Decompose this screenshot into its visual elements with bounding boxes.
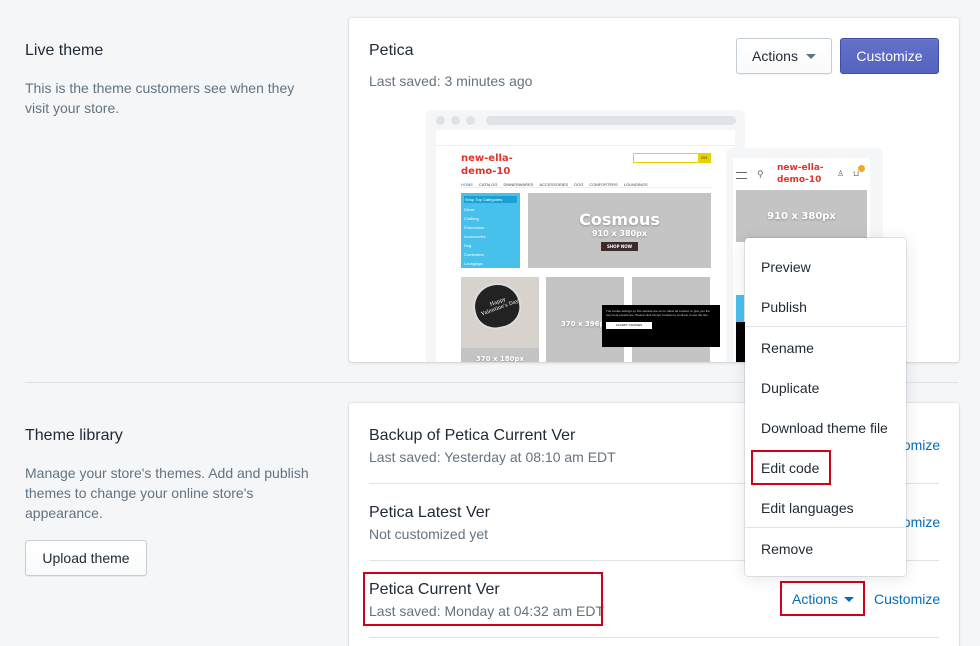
search-icon: ⚲ (757, 169, 764, 179)
preview-hero-title: Cosmous (579, 210, 660, 229)
row-divider (369, 637, 939, 638)
menu-item-duplicate[interactable]: Duplicate (761, 380, 819, 396)
preview-nav-item: DINNERWARES (503, 182, 534, 187)
menu-icon (736, 172, 747, 179)
menu-item-preview[interactable]: Preview (761, 259, 811, 275)
preview-store-logo: new-ella- demo-10 (461, 152, 513, 178)
preview-category-item: Clothing (464, 216, 479, 221)
mobile-logo-line: demo-10 (777, 175, 822, 185)
caret-down-icon (805, 53, 816, 59)
preview-category-item: Comforters (464, 252, 484, 257)
preview-nav-item: DOG (574, 182, 584, 187)
preview-accept-cookies: ACCEPT COOKIES (606, 322, 652, 329)
live-theme-title: Live theme (25, 42, 104, 59)
theme-name: Petica Latest Ver (369, 504, 490, 521)
browser-dot-icon (436, 116, 445, 125)
theme-last-saved: Last saved: Yesterday at 08:10 am EDT (369, 449, 616, 465)
preview-valentine-image: Happy Valentine's Day 370 x 180px (461, 277, 539, 362)
live-theme-name: Petica (369, 42, 414, 59)
live-actions-button[interactable]: Actions (736, 38, 832, 74)
theme-library-title: Theme library (25, 427, 123, 444)
theme-library-description: Manage your store's themes. Add and publ… (25, 465, 309, 521)
upload-theme-button[interactable]: Upload theme (25, 540, 147, 576)
theme-customize-link[interactable]: Customize (874, 591, 940, 607)
preview-nav-item: LOUNGINGS (623, 182, 648, 187)
highlight-actions-button (780, 581, 865, 616)
actions-dropdown-menu: Preview Publish Rename Duplicate Downloa… (745, 238, 906, 576)
preview-nav-item: CATALOG (479, 182, 498, 187)
preview-category-item: Dog (464, 243, 472, 248)
desktop-preview[interactable]: new-ella- demo-10 GO HOME CATALOG DINNER… (426, 110, 745, 362)
preview-category-item: Dinnerware (464, 225, 485, 230)
preview-cookie-popup: The cookie settings on this website are … (602, 305, 720, 347)
highlight-theme-row (363, 572, 603, 626)
preview-logo-line: new-ella- (461, 153, 513, 164)
preview-topbar (436, 130, 735, 146)
menu-item-publish[interactable]: Publish (761, 299, 807, 315)
preview-logo-line: demo-10 (461, 166, 511, 177)
preview-nav-item: COMFORTERS (589, 182, 618, 187)
live-theme-last-saved: Last saved: 3 minutes ago (369, 73, 533, 89)
preview-cookie-text: The cookie settings on this website are … (606, 309, 710, 317)
menu-divider (745, 527, 906, 528)
theme-last-saved: Not customized yet (369, 526, 489, 542)
browser-dot-icon (466, 116, 475, 125)
cart-badge (858, 165, 865, 172)
menu-divider (745, 326, 906, 327)
mobile-store-logo: new-ella- demo-10 (777, 162, 824, 186)
preview-nav-item: HOME (461, 182, 473, 187)
menu-item-edit-languages[interactable]: Edit languages (761, 500, 854, 516)
preview-shop-now-button: SHOP NOW (600, 242, 639, 251)
mobile-hero: 910 x 380px (736, 190, 867, 242)
menu-item-rename[interactable]: Rename (761, 340, 814, 356)
mobile-logo-line: new-ella- (777, 163, 824, 173)
user-icon: ♙ (837, 169, 845, 178)
preview-category-item: Decor (464, 207, 475, 212)
preview-nav-item: ACCESSORIES (539, 182, 569, 187)
preview-nav: HOME CATALOG DINNERWARES ACCESSORIES DOG… (461, 182, 711, 188)
live-customize-button[interactable]: Customize (840, 38, 939, 74)
theme-name: Backup of Petica Current Ver (369, 427, 576, 444)
preview-card-size: 370 x 180px (461, 348, 539, 362)
preview-hero-banner: Cosmous 910 x 380px SHOP NOW (528, 193, 711, 268)
preview-search-box: GO (633, 153, 711, 163)
preview-category-panel: Shop Top Categories Decor Clothing Dinne… (461, 193, 520, 268)
preview-hero-size: 910 x 380px (591, 229, 647, 238)
live-theme-description: This is the theme customers see when the… (25, 80, 295, 116)
preview-category-title: Shop Top Categories (464, 196, 517, 203)
preview-page: new-ella- demo-10 GO HOME CATALOG DINNER… (436, 130, 735, 362)
preview-search-button: GO (698, 154, 710, 162)
preview-category-item: Loungings (464, 261, 483, 266)
browser-url-bar (486, 116, 736, 125)
mobile-category-strip (736, 295, 744, 325)
browser-dot-icon (451, 116, 460, 125)
menu-item-remove[interactable]: Remove (761, 541, 813, 557)
menu-item-download-theme-file[interactable]: Download theme file (761, 420, 888, 436)
live-actions-label: Actions (752, 48, 798, 64)
preview-category-item: Accessories (464, 234, 486, 239)
highlight-edit-code (751, 450, 831, 485)
